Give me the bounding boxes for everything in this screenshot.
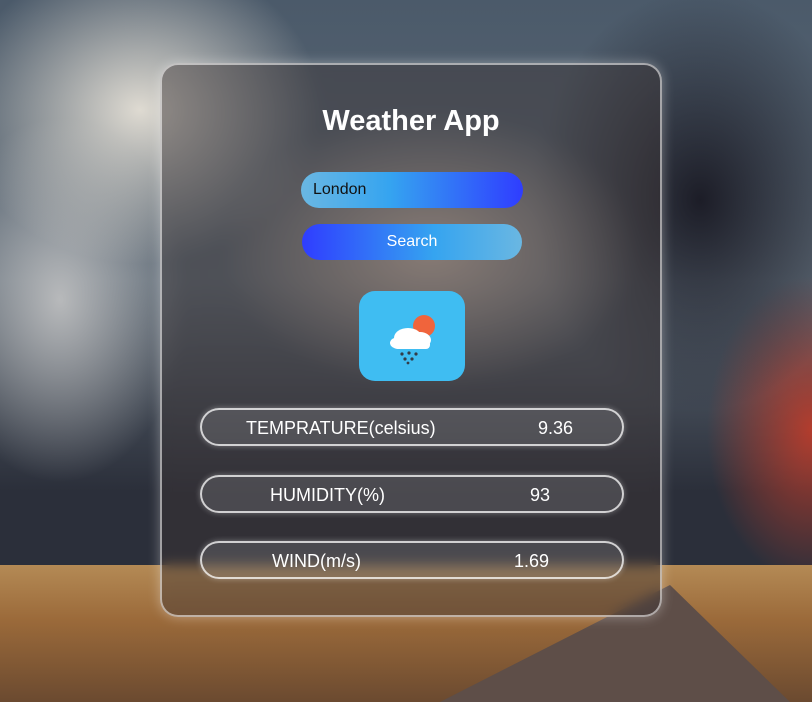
weather-card: Weather App Search TEMPRATURE(celsius) 9… [160, 63, 662, 617]
weather-icon-tile [359, 291, 465, 381]
temperature-value: 9.36 [538, 418, 574, 438]
wind-row: WIND(m/s) 1.69 [200, 541, 624, 579]
humidity-label: HUMIDITY(%) [270, 485, 385, 505]
humidity-row: HUMIDITY(%) 93 [200, 475, 624, 513]
humidity-value: 93 [530, 485, 551, 505]
search-button[interactable]: Search [302, 224, 522, 260]
cloud-rain-sun-icon [390, 315, 435, 365]
city-search-input[interactable] [301, 172, 523, 208]
wind-label: WIND(m/s) [272, 551, 361, 571]
temperature-row: TEMPRATURE(celsius) 9.36 [200, 408, 624, 446]
wind-value: 1.69 [514, 551, 550, 571]
temperature-label: TEMPRATURE(celsius) [246, 418, 436, 438]
app-title: Weather App [322, 105, 500, 137]
